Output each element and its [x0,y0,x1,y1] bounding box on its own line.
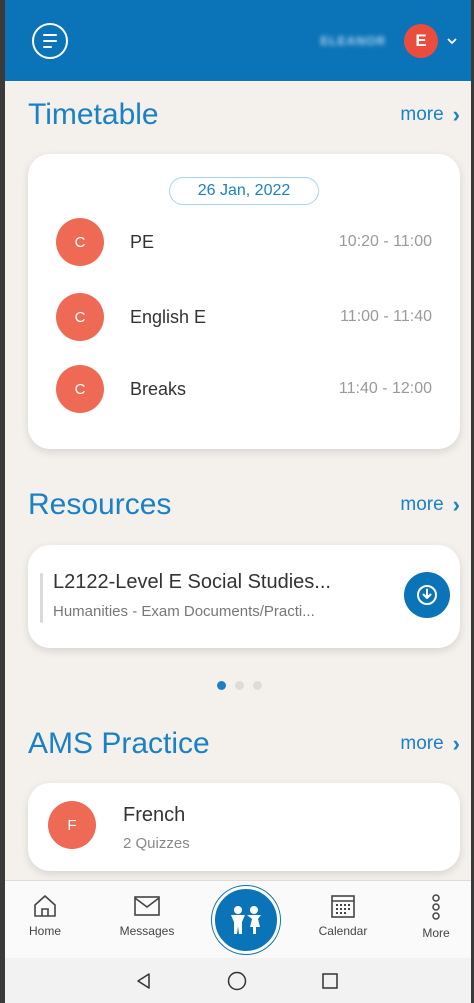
kids-icon [231,906,261,934]
time-label: 11:40 - 12:00 [338,380,432,397]
ams-item-title: French [123,804,186,826]
timetable-row[interactable]: C PE 10:20 - 11:00 [56,218,432,266]
nav-label: More [422,926,450,940]
timetable-more-link[interactable]: more › [400,104,460,126]
nav-label: Messages [119,924,175,938]
pager-dot[interactable] [253,681,262,690]
chevron-down-icon[interactable] [446,37,458,45]
ams-card[interactable]: F French 2 Quizzes [28,783,460,871]
envelope-icon [134,896,160,916]
resource-card[interactable]: L2122-Level E Social Studies... Humaniti… [28,545,460,648]
ams-title: AMS Practice [28,727,210,760]
more-vertical-icon [432,894,440,920]
nav-more[interactable]: More [396,893,474,940]
pager-dot[interactable] [217,681,226,690]
chevron-right-icon: › [452,492,460,517]
nav-label: Home [28,924,61,938]
date-badge: 26 Jan, 2022 [169,177,319,205]
more-label: more [400,494,444,515]
user-name: ELEANOR [320,33,386,48]
ams-header: AMS Practice more › [28,727,460,761]
chevron-right-icon: › [452,731,460,756]
time-label: 10:20 - 11:00 [338,233,432,250]
time-label: 11:00 - 11:40 [340,308,432,325]
more-label: more [400,104,444,125]
home-circle-icon[interactable] [226,970,248,992]
download-button[interactable] [404,572,450,618]
resource-title: L2122-Level E Social Studies... [53,571,331,593]
app-header: ELEANOR E [0,0,474,81]
subject-label: PE [130,231,155,252]
resources-header: Resources more › [28,488,460,522]
subject-avatar: F [48,801,96,849]
user-menu[interactable]: ELEANOR E [320,23,458,58]
resources-more-link[interactable]: more › [400,494,460,516]
class-avatar: C [56,365,104,413]
chevron-right-icon: › [452,102,460,127]
download-icon [417,585,437,605]
recents-icon[interactable] [320,971,340,991]
nav-home[interactable]: Home [5,893,85,938]
subject-label: Breaks [130,378,187,399]
timetable-row[interactable]: C English E 11:00 - 11:40 [56,293,432,341]
resources-title: Resources [28,488,172,521]
nav-label: Calendar [318,924,368,938]
menu-icon[interactable] [32,22,68,59]
timetable-row[interactable]: C Breaks 11:40 - 12:00 [56,365,432,413]
back-icon[interactable] [134,971,154,991]
screen-frame-left [0,0,5,1003]
class-avatar: C [56,218,104,266]
ams-more-link[interactable]: more › [400,733,460,755]
resource-subtitle: Humanities - Exam Documents/Practi... [53,603,315,620]
divider [40,573,43,623]
more-label: more [400,733,444,754]
nav-messages[interactable]: Messages [107,893,187,938]
nav-calendar[interactable]: Calendar [303,893,383,938]
avatar[interactable]: E [404,23,438,58]
pager-dot[interactable] [235,681,244,690]
timetable-header: Timetable more › [28,98,460,132]
ams-item-subtitle: 2 Quizzes [123,835,190,852]
center-action-button[interactable] [212,886,280,954]
class-avatar: C [56,293,104,341]
timetable-title: Timetable [28,98,159,131]
calendar-icon [331,895,355,918]
timetable-card[interactable]: 26 Jan, 2022 C PE 10:20 - 11:00 C Englis… [28,154,460,449]
carousel-pager[interactable] [217,681,262,690]
home-icon [34,895,56,917]
subject-label: English E [130,306,207,327]
system-nav-bar [0,958,474,1003]
